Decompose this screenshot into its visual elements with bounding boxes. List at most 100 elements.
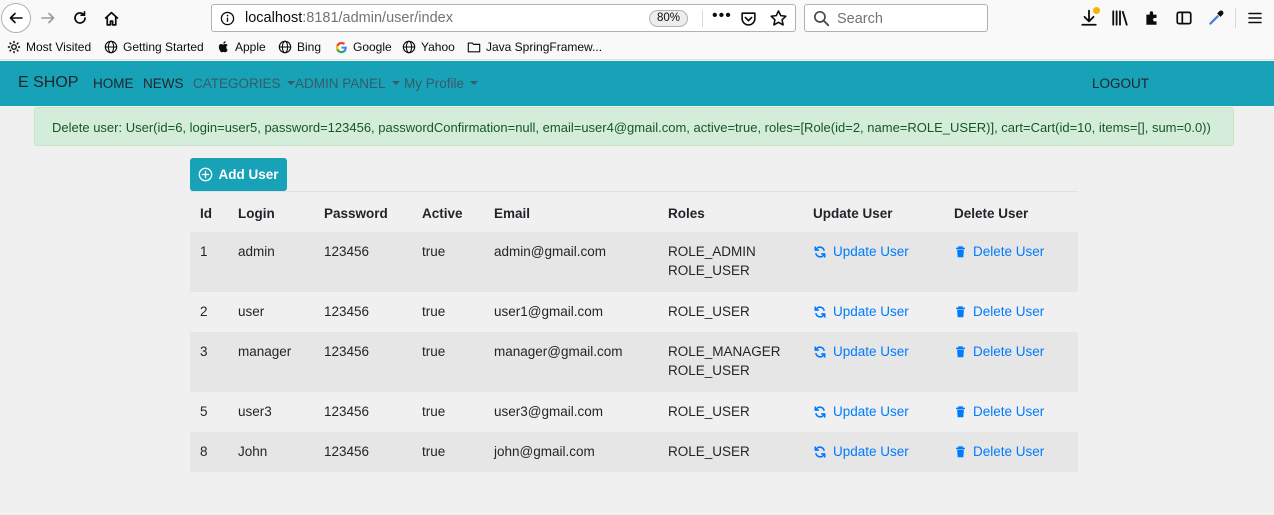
browser-toolbar: localhost:8181/admin/user/index 80% ••• … [0, 0, 1274, 37]
success-alert: Delete user: User(id=6, login=user5, pas… [34, 107, 1234, 146]
bookmark-label: Apple [235, 40, 266, 54]
home-button[interactable] [99, 6, 123, 30]
nav-my-profile-label: My Profile [404, 76, 465, 91]
nav-my-profile-dropdown[interactable]: My Profile [404, 76, 479, 91]
table-row: 5 user3 123456 true user3@gmail.com ROLE… [190, 392, 1078, 432]
extensions-button[interactable] [1141, 7, 1163, 29]
bookmark-label: Most Visited [26, 40, 92, 54]
delete-user-link[interactable]: Delete User [954, 342, 1044, 361]
info-icon[interactable] [220, 11, 235, 26]
nav-news[interactable]: NEWS [143, 76, 184, 91]
header-id: Id [200, 206, 212, 221]
sidebar-button[interactable] [1173, 7, 1195, 29]
role-label: ROLE_MANAGER [668, 344, 781, 359]
update-user-link[interactable]: Update User [813, 442, 909, 461]
add-user-label: Add User [218, 167, 279, 182]
cell-id: 2 [200, 304, 208, 319]
cell-email: user3@gmail.com [494, 404, 603, 419]
update-user-link[interactable]: Update User [813, 402, 909, 421]
nav-home[interactable]: HOME [93, 76, 134, 91]
url-host: localhost [245, 10, 303, 26]
sidebar-icon [1176, 11, 1192, 25]
eyedropper-icon [1209, 10, 1224, 25]
update-user-link[interactable]: Update User [813, 342, 909, 361]
update-user-link[interactable]: Update User [813, 242, 909, 261]
delete-user-label: Delete User [973, 244, 1045, 259]
url-divider [702, 10, 703, 27]
delete-user-link[interactable]: Delete User [954, 402, 1044, 421]
cell-password: 123456 [324, 444, 370, 459]
nav-categories-dropdown[interactable]: CATEGORIES [193, 76, 295, 91]
logout-link[interactable]: LOGOUT [1092, 76, 1149, 91]
url-bar[interactable]: localhost:8181/admin/user/index 80% ••• [211, 4, 796, 32]
trash-icon [956, 405, 965, 417]
bookmark-most-visited[interactable]: Most Visited [7, 40, 91, 54]
header-login: Login [238, 206, 275, 221]
menu-button[interactable] [1244, 7, 1266, 29]
back-button[interactable] [1, 3, 31, 33]
add-user-button[interactable]: Add User [190, 158, 287, 191]
search-bar[interactable]: Search [804, 4, 988, 32]
bookmark-getting-started[interactable]: Getting Started [104, 40, 204, 54]
delete-user-link[interactable]: Delete User [954, 242, 1044, 261]
folder-icon [467, 40, 481, 54]
refresh-icon [814, 245, 826, 258]
bookmark-yahoo[interactable]: Yahoo [402, 40, 455, 54]
cell-roles: ROLE_USER [668, 442, 750, 461]
forward-button[interactable] [36, 6, 60, 30]
cell-active: true [422, 344, 446, 359]
bookmark-google[interactable]: Google [334, 40, 392, 54]
puzzle-icon [1146, 11, 1157, 25]
arrow-left-icon [9, 12, 23, 24]
downloads-button[interactable] [1078, 7, 1100, 29]
header-update-user: Update User [813, 206, 893, 221]
cell-email: manager@gmail.com [494, 344, 623, 359]
reload-button[interactable] [68, 6, 92, 30]
cell-login: admin [238, 244, 275, 259]
page-actions-menu[interactable]: ••• [712, 7, 732, 25]
plus-circle-icon [199, 167, 213, 182]
library-button[interactable] [1109, 7, 1131, 29]
pocket-icon[interactable] [740, 10, 757, 27]
cell-active: true [422, 444, 446, 459]
eyedropper-button[interactable] [1205, 7, 1227, 29]
cell-email: john@gmail.com [494, 444, 595, 459]
trash-icon [956, 305, 965, 317]
gear-icon [7, 40, 21, 54]
role-label: ROLE_ADMIN [668, 244, 756, 259]
update-user-link[interactable]: Update User [813, 302, 909, 321]
cell-email: user1@gmail.com [494, 304, 603, 319]
bookmark-label: Google [353, 40, 392, 54]
bookmark-star-icon[interactable] [769, 9, 788, 28]
bookmark-java-springframework[interactable]: Java SpringFramew... [467, 40, 602, 54]
cell-password: 123456 [324, 344, 370, 359]
zoom-badge[interactable]: 80% [649, 10, 689, 27]
nav-admin-panel-dropdown[interactable]: ADMIN PANEL [295, 76, 400, 91]
bookmark-bing[interactable]: Bing [278, 40, 321, 54]
cell-email: admin@gmail.com [494, 244, 606, 259]
hamburger-icon [1248, 12, 1262, 24]
delete-user-link[interactable]: Delete User [954, 302, 1044, 321]
update-user-label: Update User [833, 304, 909, 319]
url-text[interactable]: localhost:8181/admin/user/index [245, 10, 453, 26]
cell-roles: ROLE_ADMIN ROLE_USER [668, 242, 756, 280]
cell-id: 1 [200, 244, 208, 259]
alert-message: Delete user: User(id=6, login=user5, pas… [52, 120, 1211, 135]
cell-active: true [422, 404, 446, 419]
cell-roles: ROLE_USER [668, 402, 750, 421]
brand-logo[interactable]: E SHOP [18, 74, 78, 92]
cell-active: true [422, 304, 446, 319]
delete-user-link[interactable]: Delete User [954, 442, 1044, 461]
globe-icon [402, 40, 416, 54]
bookmarks-toolbar: Most Visited Getting Started Apple Bing … [0, 37, 1274, 60]
toolbar-divider [1235, 8, 1236, 28]
site-navbar: E SHOP HOME NEWS CATEGORIES ADMIN PANEL … [0, 61, 1274, 106]
nav-admin-panel-label: ADMIN PANEL [295, 76, 386, 91]
search-input[interactable]: Search [837, 11, 883, 27]
refresh-icon [814, 305, 826, 318]
update-user-label: Update User [833, 404, 909, 419]
cell-active: true [422, 244, 446, 259]
role-label: ROLE_USER [668, 263, 750, 278]
reload-icon [74, 10, 86, 24]
bookmark-apple[interactable]: Apple [216, 40, 266, 54]
